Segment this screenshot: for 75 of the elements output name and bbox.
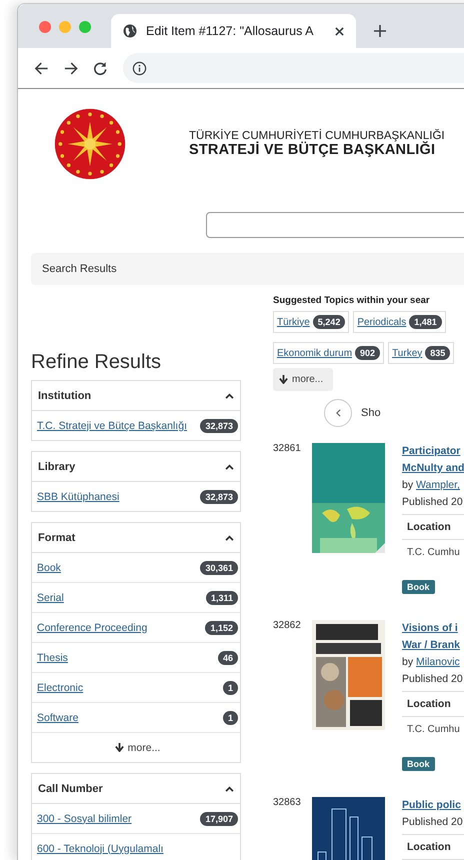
count-badge: 32,873 <box>200 490 238 504</box>
new-tab-icon[interactable] <box>374 25 386 37</box>
count-badge: 1,152 <box>205 620 238 634</box>
facet-link[interactable]: 600 - Teknoloji (Uygulamalı <box>37 842 164 854</box>
facet-link[interactable]: SBB Kütüphanesi <box>37 490 120 502</box>
count-badge: 902 <box>355 346 380 360</box>
caret-icon[interactable] <box>225 534 234 540</box>
down-arrow-icon <box>114 743 124 752</box>
close-icon[interactable] <box>335 26 344 36</box>
sidebar-title: Refine Results <box>31 350 162 375</box>
author-link[interactable]: Milanovic <box>416 656 460 668</box>
author-line: by Milanovic <box>402 655 460 670</box>
result-title-link[interactable]: Visions of i War / Brank <box>402 620 460 654</box>
globe-icon <box>123 24 137 38</box>
count-badge: 30,361 <box>200 560 238 574</box>
count-badge: 5,242 <box>312 315 346 329</box>
facet-link[interactable]: Thesis <box>37 652 68 664</box>
facet-link[interactable]: Serial <box>37 592 64 604</box>
facet-link[interactable]: T.C. Strateji ve Bütçe Başkanlığı <box>37 420 187 432</box>
facet-title[interactable]: Call Number <box>38 782 103 794</box>
topic-chip[interactable]: Turkey 835 <box>388 342 454 364</box>
caret-icon[interactable] <box>225 392 234 398</box>
suggested-topics-title: Suggested Topics within your sear <box>273 295 430 306</box>
more-link[interactable]: more... <box>114 742 160 754</box>
table-cell-text: T.C. Cumhu <box>406 723 461 735</box>
author-line: by Wampler, <box>402 478 460 493</box>
table-header: Location <box>402 692 464 717</box>
facet-title[interactable]: Institution <box>38 390 92 402</box>
count-badge: 32,873 <box>200 418 238 432</box>
facet-link[interactable]: 300 - Sosyal bilimler <box>37 812 132 824</box>
site-title: STRATEJİ VE BÜTÇE BAŞKANLIĞI <box>189 142 436 158</box>
facet-link[interactable]: Software <box>37 712 78 724</box>
facet-link[interactable]: Book <box>37 562 61 574</box>
count-badge: 1,311 <box>206 590 238 604</box>
published-text: Published 20 <box>402 495 463 510</box>
topic-chip[interactable]: Türkiye 5,242 <box>273 311 350 333</box>
result-number: 32861 <box>273 443 302 456</box>
results-count-text: Sho <box>361 407 381 419</box>
topic-chip[interactable]: Periodicals 1,481 <box>353 311 446 333</box>
caret-icon[interactable] <box>225 786 234 792</box>
table-cell-text: T.C. Cumhu <box>406 546 461 558</box>
chevron-left-icon <box>336 409 340 417</box>
ministry-name: TÜRKİYE CUMHURİYETİ CUMHURBAŞKANLIĞI <box>189 130 445 142</box>
caret-icon[interactable] <box>225 464 234 470</box>
count-badge: 17,907 <box>200 812 238 826</box>
facet-title[interactable]: Format <box>38 532 76 544</box>
published-text: Published 20 <box>402 672 463 687</box>
topic-chip[interactable]: Ekonomik durum 902 <box>273 342 384 364</box>
more-button[interactable]: more... <box>273 368 334 391</box>
result-title-link[interactable]: Public polic <box>402 797 461 814</box>
published-text: Published 20 <box>402 815 463 830</box>
facet-link[interactable]: Electronic <box>37 682 84 694</box>
result-number: 32863 <box>273 797 302 810</box>
forward-icon[interactable] <box>64 60 78 76</box>
facet-title[interactable]: Library <box>38 460 76 472</box>
count-badge: 835 <box>425 346 450 360</box>
browser-tab[interactable]: Edit Item #1127: "Allosaurus A <box>111 14 356 48</box>
table-header: Location <box>402 835 464 860</box>
format-badge: Book <box>402 580 434 594</box>
breadcrumb-item: Search Results <box>42 263 117 275</box>
author-link[interactable]: Wampler, <box>416 479 460 491</box>
facet-link[interactable]: Conference Proceeding <box>37 622 148 634</box>
info-icon[interactable] <box>132 60 146 76</box>
down-arrow-icon <box>279 375 288 384</box>
back-icon[interactable] <box>34 60 48 76</box>
format-badge: Book <box>402 757 434 771</box>
count-badge: 1 <box>222 710 238 724</box>
reload-icon[interactable] <box>93 60 108 76</box>
result-number: 32862 <box>273 620 302 633</box>
result-title-link[interactable]: Participator McNulty and <box>402 443 464 477</box>
table-header: Location <box>402 515 464 540</box>
count-badge: 1,481 <box>409 315 442 329</box>
search-field[interactable] <box>206 212 464 238</box>
count-badge: 1 <box>222 680 238 694</box>
count-badge: 46 <box>218 650 238 664</box>
